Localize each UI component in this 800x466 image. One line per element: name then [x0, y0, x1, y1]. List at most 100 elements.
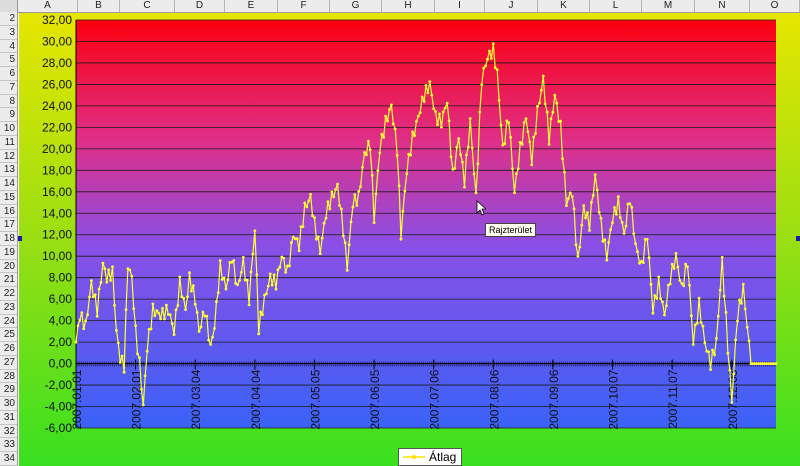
data-point [686, 265, 689, 269]
column-header-a[interactable]: A [18, 0, 78, 12]
row-header-8[interactable]: 8 [0, 95, 17, 109]
row-header-20[interactable]: 20 [0, 260, 17, 274]
row-header-24[interactable]: 24 [0, 315, 17, 329]
row-header-16[interactable]: 16 [0, 205, 17, 219]
data-point [472, 172, 476, 176]
data-point [182, 297, 186, 300]
column-header-m[interactable]: M [642, 0, 695, 12]
data-point [247, 303, 251, 307]
row-header-29[interactable]: 29 [0, 383, 17, 398]
column-header-h[interactable]: H [382, 0, 435, 12]
data-point [109, 279, 112, 282]
data-point [628, 202, 632, 206]
data-point [613, 206, 616, 209]
data-point [163, 317, 166, 321]
column-header-n[interactable]: N [695, 0, 750, 12]
row-header-26[interactable]: 26 [0, 342, 17, 356]
column-header-g[interactable]: G [330, 0, 382, 12]
data-point [438, 112, 441, 116]
data-point [465, 153, 468, 157]
x-tick-label: 2007.03.04 [189, 369, 203, 429]
row-header-18[interactable]: 18 [0, 232, 17, 246]
row-header-4[interactable]: 4 [0, 40, 17, 54]
data-point [453, 167, 457, 170]
data-point [522, 121, 526, 125]
data-point [174, 308, 178, 312]
column-header-l[interactable]: L [590, 0, 642, 12]
data-point [295, 237, 299, 241]
column-header-b[interactable]: B [78, 0, 120, 12]
row-header-10[interactable]: 10 [0, 122, 17, 136]
row-header-3[interactable]: 3 [0, 26, 17, 40]
data-point [113, 304, 116, 307]
select-all-corner[interactable] [0, 0, 18, 12]
column-header-e[interactable]: E [225, 0, 278, 12]
data-point [190, 289, 193, 293]
row-header-21[interactable]: 21 [0, 273, 17, 288]
row-header-13[interactable]: 13 [0, 163, 17, 178]
row-header-2[interactable]: 2 [0, 12, 17, 26]
row-header-12[interactable]: 12 [0, 150, 17, 164]
row-header-23[interactable]: 23 [0, 301, 17, 315]
chart-legend[interactable]: Átlag [398, 448, 462, 466]
row-header-34[interactable]: 34 [0, 452, 17, 466]
column-header-j[interactable]: J [485, 0, 538, 12]
chart-resize-handle-left[interactable] [18, 236, 22, 241]
data-point [197, 330, 201, 333]
data-point [655, 297, 659, 300]
data-point [284, 271, 287, 274]
data-point [188, 271, 191, 274]
data-point [457, 137, 461, 141]
row-header-19[interactable]: 19 [0, 246, 17, 260]
data-point [136, 352, 139, 356]
row-header-17[interactable]: 17 [0, 218, 17, 233]
data-point [636, 250, 639, 254]
row-header-14[interactable]: 14 [0, 177, 17, 191]
data-point [201, 310, 205, 314]
row-header-22[interactable]: 22 [0, 287, 17, 301]
data-point [218, 259, 222, 262]
data-point [397, 184, 401, 188]
chart-area[interactable]: 32,00 30,00 28,00 26,00 24,00 22,00 20,00 18,00… [19, 13, 800, 466]
column-header-f[interactable]: F [278, 0, 330, 12]
column-header-i[interactable]: I [435, 0, 485, 12]
row-header-31[interactable]: 31 [0, 411, 17, 425]
row-header-30[interactable]: 30 [0, 397, 17, 411]
y-tick-label: 14,00 [42, 206, 72, 220]
data-point [607, 241, 611, 244]
plot-area[interactable] [76, 20, 776, 428]
data-point [676, 265, 680, 269]
x-tick-label: 2007.06.05 [368, 369, 382, 429]
row-header-11[interactable]: 11 [0, 136, 17, 150]
data-point [340, 207, 343, 211]
row-header-15[interactable]: 15 [0, 191, 17, 205]
chart-resize-handle-right[interactable] [796, 236, 800, 241]
data-point [382, 136, 386, 139]
row-header-25[interactable]: 25 [0, 328, 17, 343]
row-header-9[interactable]: 9 [0, 108, 17, 123]
row-header-32[interactable]: 32 [0, 425, 17, 439]
data-point [240, 270, 243, 274]
row-header-7[interactable]: 7 [0, 81, 17, 95]
data-point [290, 241, 293, 245]
data-point [415, 120, 418, 123]
column-header-o[interactable]: O [750, 0, 800, 12]
data-point [490, 57, 493, 60]
data-point [443, 106, 447, 110]
row-header-27[interactable]: 27 [0, 356, 17, 370]
column-header-c[interactable]: C [120, 0, 175, 12]
data-point [463, 185, 466, 189]
data-point [551, 110, 555, 114]
data-point [95, 314, 99, 318]
data-point [599, 216, 603, 220]
row-header-28[interactable]: 28 [0, 370, 17, 384]
data-point [484, 64, 487, 68]
row-header-5[interactable]: 5 [0, 53, 17, 68]
data-point [355, 204, 359, 207]
data-point [718, 288, 722, 292]
column-header-k[interactable]: K [538, 0, 590, 12]
row-header-6[interactable]: 6 [0, 67, 17, 81]
column-header-d[interactable]: D [175, 0, 225, 12]
row-header-33[interactable]: 33 [0, 438, 17, 453]
data-point [88, 295, 91, 299]
